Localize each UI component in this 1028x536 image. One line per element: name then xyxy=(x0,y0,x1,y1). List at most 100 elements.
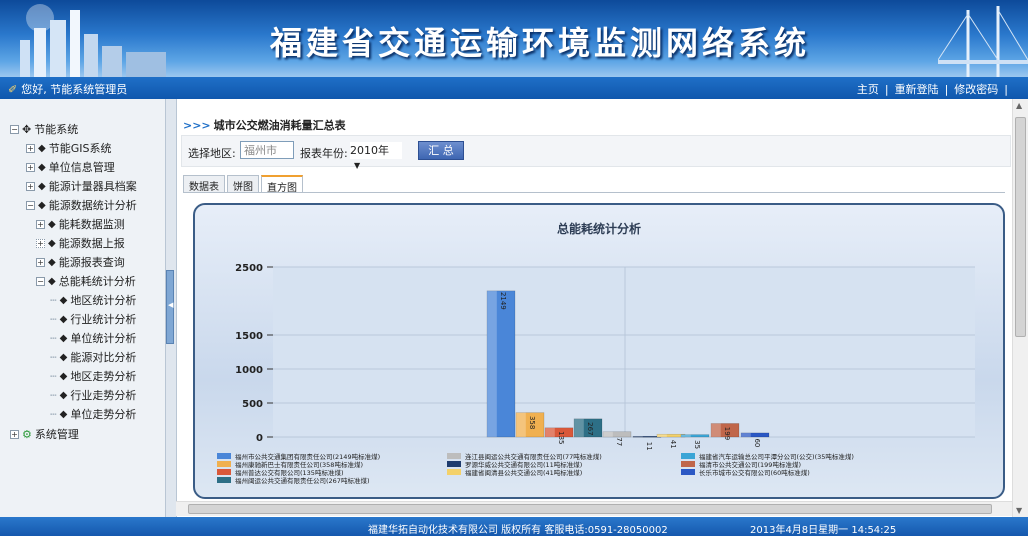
sidebar-item-data-report[interactable]: + ◆ 能源数据上报 xyxy=(36,235,125,251)
change-password-link[interactable]: 修改密码 xyxy=(954,83,998,96)
expand-icon[interactable]: + xyxy=(10,429,19,439)
sidebar-item-unit-trend[interactable]: ┄ ◆ 单位走势分析 xyxy=(50,406,136,422)
separator: | xyxy=(1004,83,1008,96)
tab-histogram[interactable]: 直方图 xyxy=(261,175,303,194)
collapse-icon[interactable]: − xyxy=(26,200,35,210)
datetime-text: 2013年4月8日星期一 14:54:25 xyxy=(750,525,897,536)
sidebar-item-meter-archive[interactable]: + ◆ 能源计量器具档案 xyxy=(26,178,137,194)
chart-grid xyxy=(273,266,975,438)
y-tick-label: 500 xyxy=(242,399,263,410)
tree-root-energy-system[interactable]: − ✥ 节能系统 xyxy=(10,121,78,137)
legend-item: 福州闽运公共交通有限责任公司(267吨标准煤) xyxy=(217,476,369,485)
scroll-thumb[interactable] xyxy=(1015,117,1026,337)
bar-highlight xyxy=(711,423,721,437)
legend-swatch xyxy=(447,469,461,475)
diamond-icon: ◆ xyxy=(38,180,46,192)
expand-icon[interactable]: + xyxy=(36,238,45,248)
diamond-icon: ◆ xyxy=(59,294,68,306)
expand-icon[interactable]: + xyxy=(36,257,45,267)
expand-icon[interactable]: + xyxy=(26,143,35,153)
chart-bar: 199 xyxy=(710,423,740,440)
collapse-icon[interactable]: − xyxy=(10,124,19,134)
legend-swatch xyxy=(217,477,231,483)
legend-item: 罗源华威公共交通有限公司(11吨标准煤) xyxy=(447,460,582,469)
sidebar-item-unit-stats[interactable]: ┄ ◆ 单位统计分析 xyxy=(50,330,136,346)
sidebar-item-energy-stats[interactable]: − ◆ 能源数据统计分析 xyxy=(26,197,137,213)
bar-highlight xyxy=(657,434,667,437)
bar-highlight xyxy=(487,290,497,437)
bar-highlight xyxy=(516,412,526,437)
plot-area xyxy=(273,267,975,437)
chart-legend: 福州市公共交通集团有限责任公司(2149吨标准煤)福州康驰新巴士有限责任公司(3… xyxy=(217,452,854,485)
sidebar-item-system-admin[interactable]: + ⚙ 系统管理 xyxy=(10,426,79,442)
relogin-link[interactable]: 重新登陆 xyxy=(895,83,939,96)
legend-label: 连江县闽运公共交通有限责任公司(77吨标准煤) xyxy=(465,452,602,461)
collapse-icon[interactable]: − xyxy=(36,276,45,286)
sidebar-item-region-stats[interactable]: ┄ ◆ 地区统计分析 xyxy=(50,292,136,308)
sidebar-item-gis[interactable]: + ◆ 节能GIS系统 xyxy=(26,140,111,156)
bar-data-label: 11 xyxy=(645,442,653,451)
diamond-icon: ◆ xyxy=(38,199,46,211)
copyright-text: 福建华拓自动化技术有限公司 版权所有 客服电话:0591-28050002 xyxy=(368,525,668,536)
chart-bar: 60 xyxy=(740,432,770,447)
bar-data-label: 358 xyxy=(528,416,536,429)
bridge-icon xyxy=(938,6,1028,77)
legend-label: 福清市公共交通公司(199吨标准煤) xyxy=(699,460,801,469)
bar-highlight xyxy=(603,431,613,437)
expand-icon[interactable]: + xyxy=(26,162,35,172)
y-axis-ticks: 0 500 1000 1500 2500 xyxy=(235,263,273,444)
cross-arrows-icon: ✥ xyxy=(22,122,32,136)
breadcrumb: >>> 城市公交燃油消耗量汇总表 xyxy=(183,117,346,133)
legend-item: 连江县闽运公共交通有限责任公司(77吨标准煤) xyxy=(447,452,602,461)
chart-bar: 11 xyxy=(632,436,662,451)
scroll-up-icon[interactable]: ▲ xyxy=(1016,101,1022,110)
legend-label: 福州闽运公共交通有限责任公司(267吨标准煤) xyxy=(235,476,369,485)
sidebar-item-unit-info[interactable]: + ◆ 单位信息管理 xyxy=(26,159,115,175)
home-link[interactable]: 主页 xyxy=(857,83,879,96)
legend-swatch xyxy=(217,453,231,459)
expand-icon[interactable]: + xyxy=(26,181,35,191)
bar-highlight xyxy=(574,418,584,437)
bar-data-label: 60 xyxy=(753,438,761,447)
horizontal-scrollbar[interactable] xyxy=(176,501,1012,516)
legend-label: 福建省闽清县公共交通公司(41吨标准煤) xyxy=(465,468,582,477)
chart-bar: 135 xyxy=(544,427,574,445)
legend-swatch xyxy=(217,469,231,475)
sidebar-item-report-query[interactable]: + ◆ 能源报表查询 xyxy=(36,254,125,270)
scroll-thumb[interactable] xyxy=(188,504,992,514)
bar-highlight xyxy=(741,432,751,437)
vertical-scrollbar[interactable]: ▲ ▼ xyxy=(1012,99,1028,517)
diamond-icon: ◆ xyxy=(59,370,68,382)
tab-data-table[interactable]: 数据表 xyxy=(183,175,225,193)
legend-swatch xyxy=(681,453,695,459)
summarize-button[interactable]: 汇 总 xyxy=(418,141,464,160)
sidebar-item-industry-trend[interactable]: ┄ ◆ 行业走势分析 xyxy=(50,387,136,403)
expand-icon[interactable]: + xyxy=(36,219,45,229)
region-input[interactable] xyxy=(240,141,294,159)
diamond-icon: ◆ xyxy=(59,389,68,401)
tab-divider xyxy=(183,192,1005,193)
legend-label: 福州市公共交通集团有限责任公司(2149吨标准煤) xyxy=(235,452,380,461)
scroll-down-icon[interactable]: ▼ xyxy=(1016,506,1022,515)
sidebar-item-consumption-monitor[interactable]: + ◆ 能耗数据监测 xyxy=(36,216,125,232)
diamond-icon: ◆ xyxy=(48,256,56,268)
sidebar-item-region-trend[interactable]: ┄ ◆ 地区走势分析 xyxy=(50,368,136,384)
triple-chevron-icon: >>> xyxy=(183,119,211,132)
top-links: 主页 | 重新登陆 | 修改密码 | xyxy=(857,81,1014,97)
sidebar-item-industry-stats[interactable]: ┄ ◆ 行业统计分析 xyxy=(50,311,136,327)
bar-data-label: 2149 xyxy=(499,292,507,310)
year-select[interactable]: 2010年 ▼ xyxy=(350,142,402,170)
sidebar-item-energy-compare[interactable]: ┄ ◆ 能源对比分析 xyxy=(50,349,136,365)
legend-item: 福州市公共交通集团有限责任公司(2149吨标准煤) xyxy=(217,452,380,461)
y-tick-label: 1000 xyxy=(235,365,263,376)
tab-pie-chart[interactable]: 饼图 xyxy=(227,175,259,193)
sidebar-item-total-consumption[interactable]: − ◆ 总能耗统计分析 xyxy=(36,273,136,289)
sidebar-tree: − ✥ 节能系统 + ◆ 节能GIS系统 + ◆ 单位信息管理 + ◆ 能源计量器具档案 −… xyxy=(0,99,166,517)
greeting-text: 您好, 节能系统管理员 xyxy=(21,83,128,96)
filter-bar: 选择地区: 报表年份: 2010年 ▼ 汇 总 xyxy=(181,135,1011,170)
diamond-icon: ◆ xyxy=(59,332,68,344)
chart-bar: 35 xyxy=(680,434,710,449)
header-banner: 福建省交通运输环境监测网络系统 xyxy=(0,0,1028,77)
sidebar-toggle-handle[interactable]: ◀ xyxy=(166,270,174,344)
chevron-left-icon: ◀ xyxy=(168,301,174,309)
